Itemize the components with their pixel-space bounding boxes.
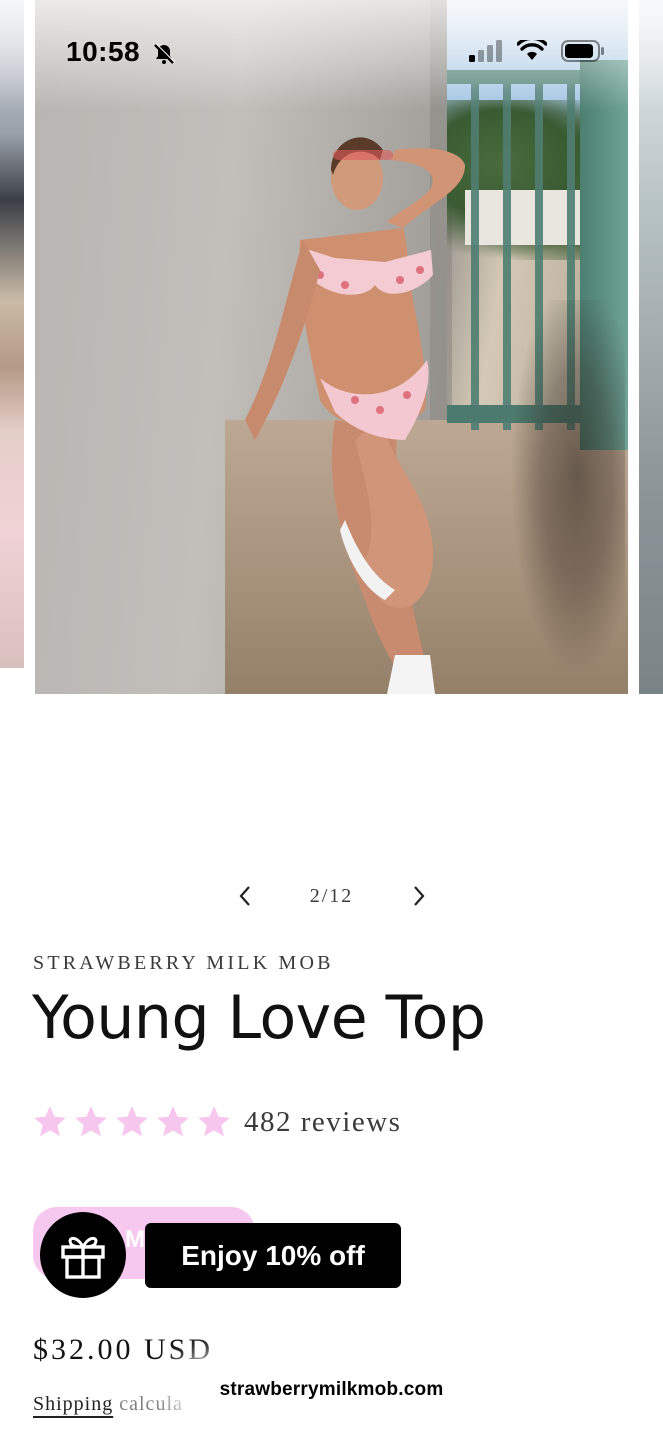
status-bar: 10:58 — [0, 0, 663, 110]
promo-offer-label: Enjoy 10% off — [181, 1239, 365, 1271]
status-time: 10:58 — [66, 36, 141, 67]
shipping-note: Shipping calcula — [33, 1393, 183, 1416]
star-icon — [157, 1106, 189, 1137]
star-icon — [116, 1106, 148, 1137]
rating-stars — [32, 1104, 232, 1140]
star-icon — [198, 1106, 230, 1137]
pink-action-button-label: M — [125, 1226, 145, 1253]
next-slide-button[interactable] — [397, 874, 441, 918]
gift-button[interactable] — [40, 1212, 126, 1298]
product-vendor: STRAWBERRY MILK MOB — [33, 952, 334, 974]
browser-url-bar[interactable]: strawberrymilkmob.com — [180, 1364, 483, 1416]
product-title: Young Love Top — [32, 983, 486, 1053]
previous-slide-button[interactable] — [223, 874, 267, 918]
gift-icon — [61, 1236, 105, 1279]
star-icon — [75, 1106, 107, 1137]
wifi-icon — [517, 40, 547, 60]
product-rating[interactable]: 482 reviews — [32, 1104, 401, 1140]
bell-slash-icon — [154, 43, 175, 64]
battery-icon — [561, 40, 604, 62]
cellular-signal-icon — [469, 40, 502, 62]
browser-url-text: strawberrymilkmob.com — [219, 1379, 444, 1400]
chevron-right-icon — [413, 886, 424, 906]
chevron-left-icon — [239, 886, 250, 906]
star-icon — [34, 1106, 66, 1137]
shipping-link[interactable]: Shipping — [33, 1393, 113, 1415]
slider-controls: 2/12 — [0, 872, 663, 920]
promo-offer-tag[interactable]: Enjoy 10% off — [145, 1223, 401, 1288]
slide-counter: 2/12 — [309, 884, 354, 907]
shipping-note-text: calcula — [119, 1393, 183, 1415]
review-count[interactable]: 482 reviews — [244, 1106, 401, 1139]
product-price: $32.00 USD — [33, 1333, 214, 1366]
